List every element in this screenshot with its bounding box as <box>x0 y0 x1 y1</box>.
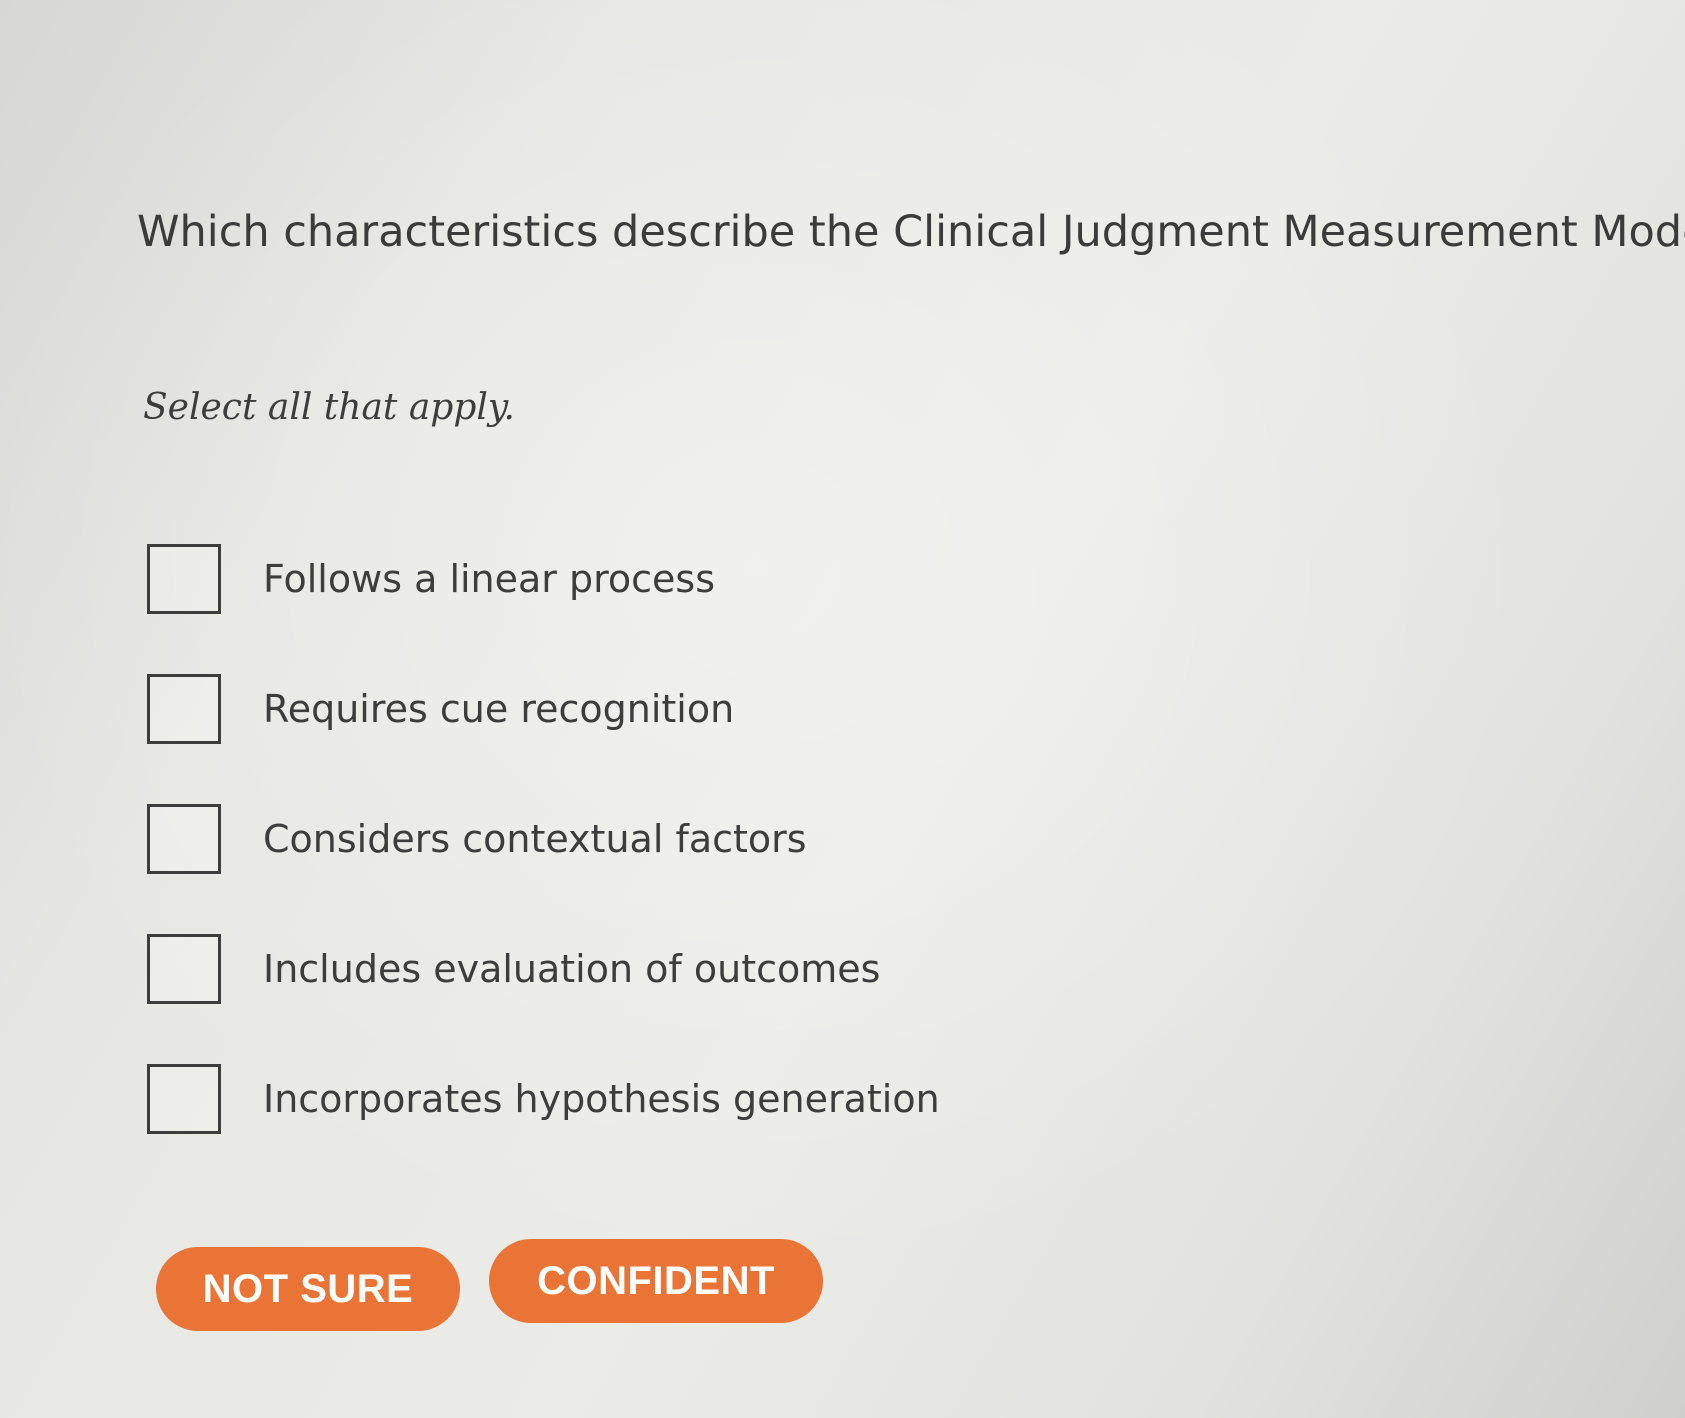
option-1[interactable]: Follows a linear process <box>147 542 940 616</box>
option-5[interactable]: Incorporates hypothesis generation <box>147 1062 940 1136</box>
option-1-label: Follows a linear process <box>263 557 716 601</box>
confident-button[interactable]: CONFIDENT <box>489 1239 823 1323</box>
checkbox-2[interactable] <box>147 674 221 744</box>
option-4-label: Includes evaluation of outcomes <box>263 947 881 991</box>
option-3[interactable]: Considers contextual factors <box>147 802 940 876</box>
checkbox-1[interactable] <box>147 544 221 614</box>
checkbox-3[interactable] <box>147 804 221 874</box>
checkbox-4[interactable] <box>147 934 221 1004</box>
option-5-label: Incorporates hypothesis generation <box>263 1077 940 1121</box>
not-sure-button[interactable]: NOT SURE <box>156 1247 460 1331</box>
question-text: Which characteristics describe the Clini… <box>137 207 1685 257</box>
option-2-label: Requires cue recognition <box>263 687 735 731</box>
option-2[interactable]: Requires cue recognition <box>147 672 940 746</box>
checkbox-5[interactable] <box>147 1064 221 1134</box>
instruction-text: Select all that apply. <box>143 387 515 428</box>
option-3-label: Considers contextual factors <box>263 817 807 861</box>
option-4[interactable]: Includes evaluation of outcomes <box>147 932 940 1006</box>
answer-options-list: Follows a linear process Requires cue re… <box>147 542 940 1192</box>
